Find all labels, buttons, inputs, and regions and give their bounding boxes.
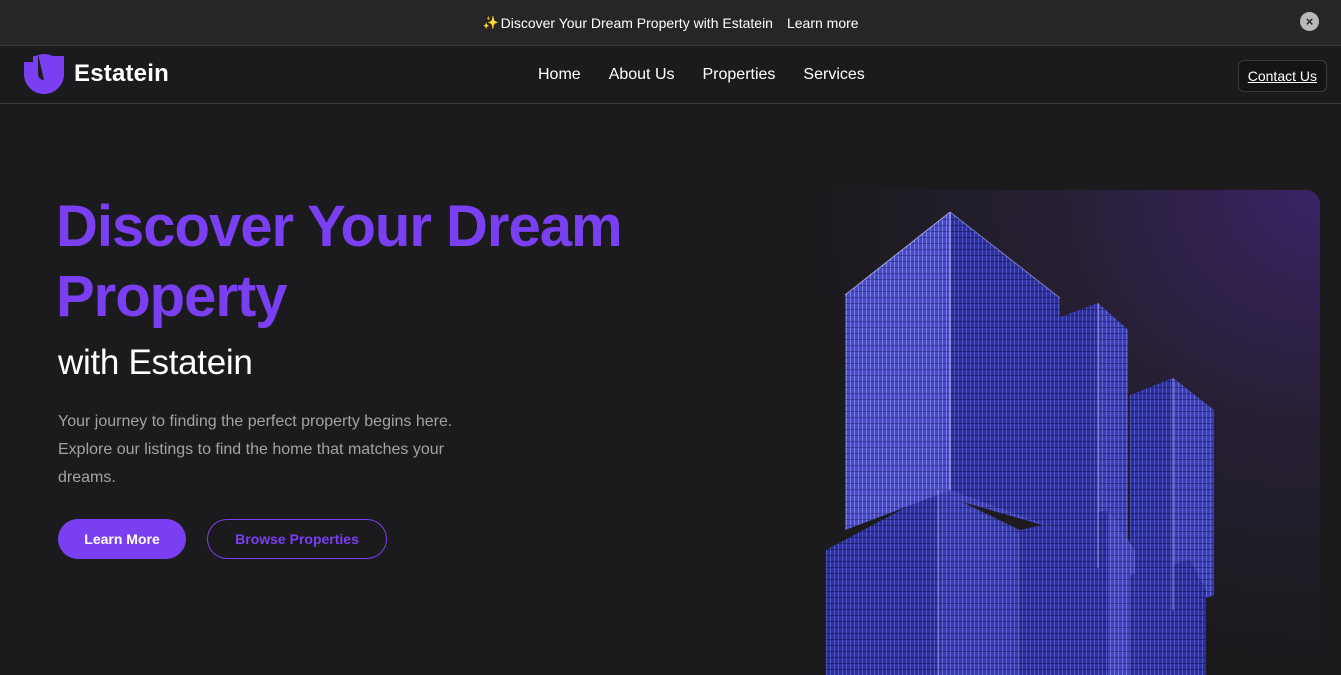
sparkle-icon: ✨ [482,14,499,30]
site-header: Estatein Home About Us Properties Servic… [0,47,1341,104]
brand-name: Estatein [74,60,169,87]
hero-title: Discover Your Dream Property [56,194,623,329]
main-nav: Home About Us Properties Services [538,66,893,84]
hero-subtitle: with Estatein [58,343,253,382]
announcement-message: Discover Your Dream Property with Estate… [500,14,773,31]
contact-us-button[interactable]: Contact Us [1237,60,1327,92]
learn-more-button[interactable]: Learn More [58,519,186,559]
hero-image-panel [790,190,1320,675]
nav-about-us[interactable]: About Us [609,66,675,84]
building-image [826,211,1214,675]
nav-services[interactable]: Services [803,66,864,84]
hero-description: Your journey to finding the perfect prop… [58,413,453,486]
nav-home[interactable]: Home [538,66,581,84]
logo-icon [22,52,64,94]
announcement-bar: ✨ Discover Your Dream Property with Esta… [0,0,1341,46]
announcement-learn-more-link[interactable]: Learn more [787,15,859,31]
browse-properties-button[interactable]: Browse Properties [207,519,387,559]
logo[interactable]: Estatein [22,52,169,96]
nav-properties[interactable]: Properties [703,66,776,84]
close-icon[interactable]: × [1300,12,1319,31]
